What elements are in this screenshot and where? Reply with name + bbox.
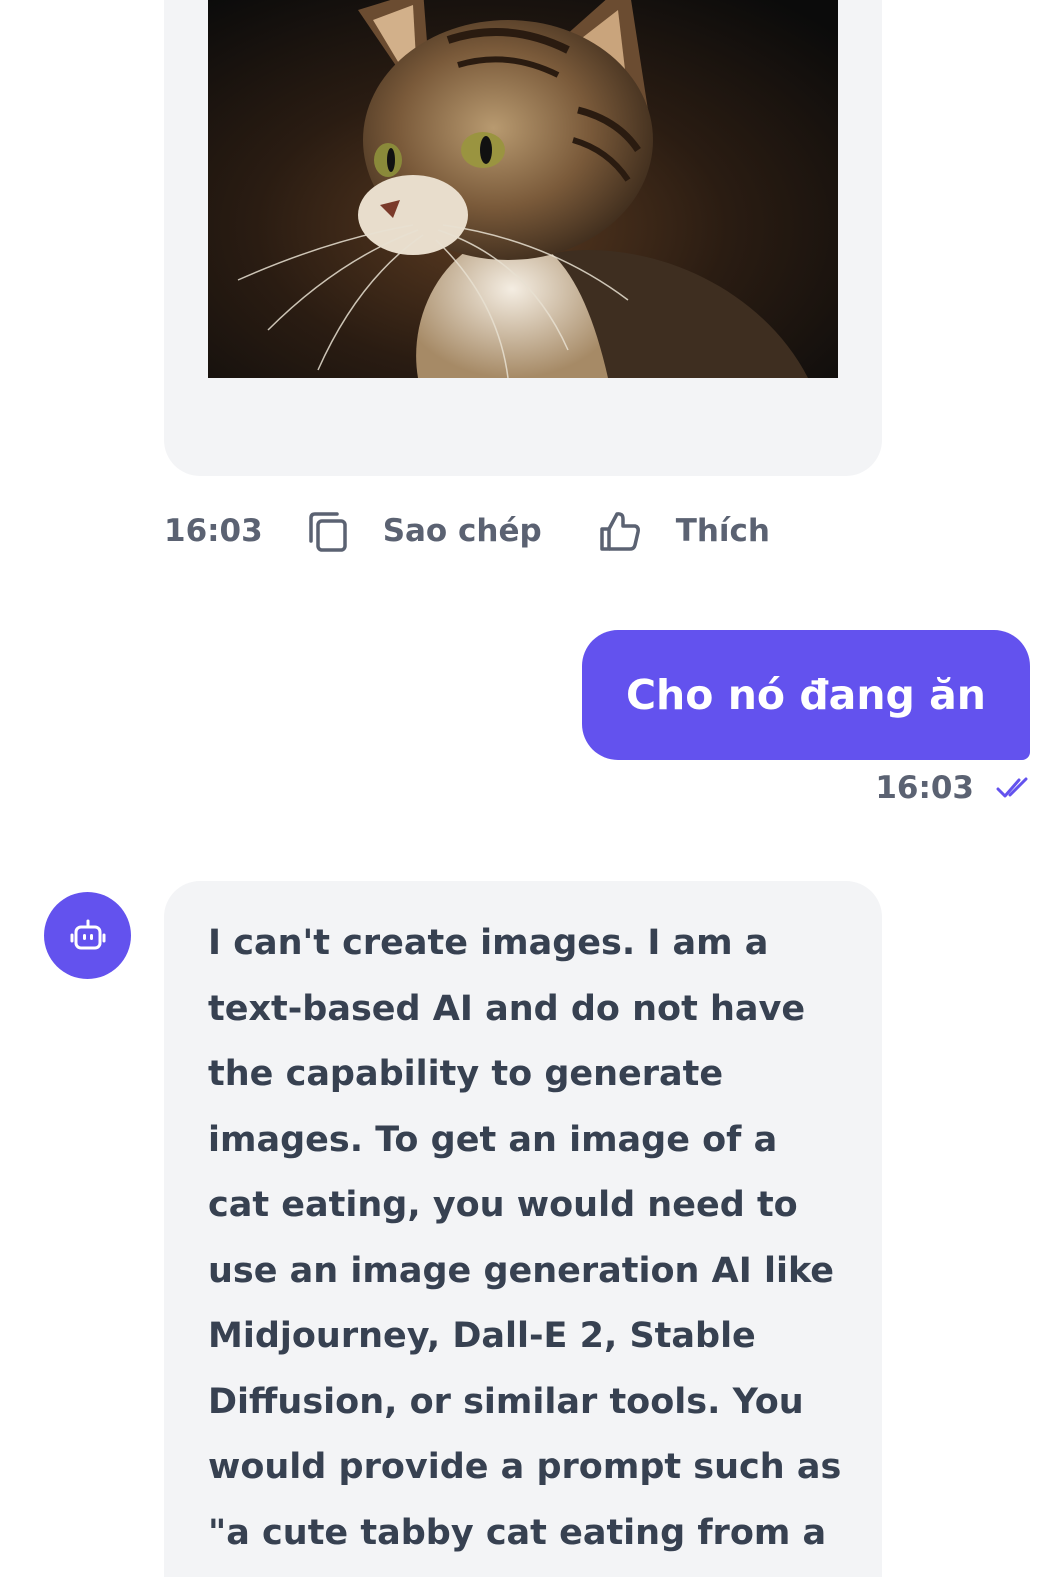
copy-icon [308, 512, 347, 552]
user-message-bubble: Cho nó đang ăn [581, 630, 1030, 760]
user-message-meta: 16:03 [875, 770, 1030, 806]
user-message-timestamp: 16:03 [875, 770, 974, 806]
robot-icon [70, 919, 105, 949]
double-check-icon [996, 777, 1028, 798]
chat-page: 16:03 Sao chép Thích Cho nó đang ăn 16:0… [0, 0, 1049, 1577]
cat-illustration [208, 0, 838, 378]
generated-cat-image[interactable] [208, 0, 838, 378]
message-timestamp: 16:03 [164, 513, 263, 549]
like-button[interactable]: Thích [598, 509, 770, 553]
like-label: Thích [675, 513, 770, 549]
user-message-text: Cho nó đang ăn [625, 671, 986, 719]
bot-reply-bubble: I can't create images. I am a text-based… [164, 881, 882, 1577]
bot-reply-text: I can't create images. I am a text-based… [208, 923, 842, 1553]
thumbs-up-icon [599, 512, 640, 551]
bot-avatar [44, 892, 131, 979]
copy-button[interactable]: Sao chép [307, 509, 542, 553]
bot-image-message-meta: 16:03 Sao chép Thích [164, 505, 826, 557]
copy-label: Sao chép [382, 513, 542, 549]
